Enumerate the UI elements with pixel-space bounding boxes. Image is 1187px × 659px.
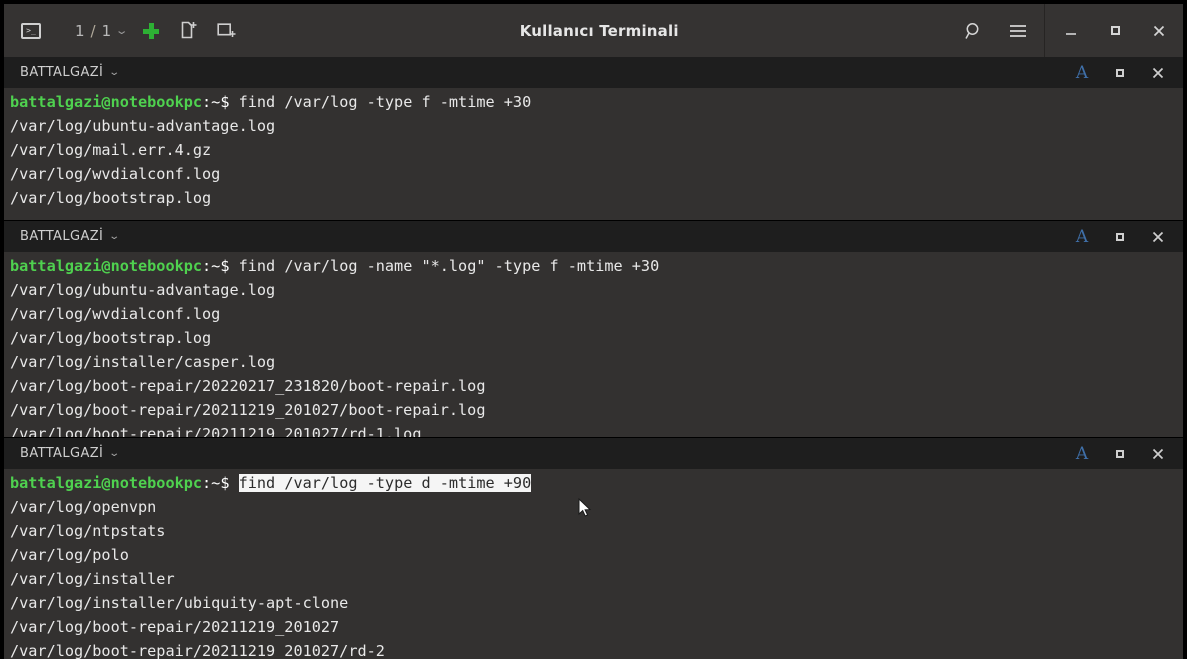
terminal-line: /var/log/ntpstats [10, 522, 166, 540]
pane-header-3: BATTALGAZİ ⌄ A [4, 438, 1183, 469]
terminal-line: /var/log/wvdialconf.log [10, 165, 221, 183]
font-settings-button-3[interactable]: A [1063, 438, 1101, 469]
terminal-line: battalgazi@notebookpc:~$ find /var/log -… [10, 254, 1183, 278]
pane-maximize-button-2[interactable] [1101, 221, 1139, 252]
terminal-line: /var/log/bootstrap.log [10, 189, 212, 207]
maximize-icon [1116, 68, 1124, 77]
terminal-glyph: >_ [21, 22, 41, 39]
terminal-output-1[interactable]: battalgazi@notebookpc:~$ find /var/log -… [4, 88, 1183, 220]
terminal-line: /var/log/boot-repair/20211219_201027/boo… [10, 401, 486, 419]
terminal-line: /var/log/ubuntu-advantage.log [10, 117, 276, 135]
tab-counter[interactable]: 1 / 1 ⌄ [65, 4, 132, 57]
terminal-line: /var/log/wvdialconf.log [10, 305, 221, 323]
prompt-user-3: battalgazi@notebookpc [10, 474, 203, 492]
chevron-down-icon[interactable]: ⌄ [109, 67, 121, 78]
command-2: find /var/log -name "*.log" -type f -mti… [229, 257, 660, 275]
maximize-icon [1110, 26, 1120, 35]
page-title: Kullanıcı Terminali [519, 21, 679, 40]
terminal-output-3[interactable]: battalgazi@notebookpc:~$ find /var/log -… [4, 469, 1183, 659]
terminal-line: /var/log/polo [10, 546, 129, 564]
maximize-button[interactable] [1093, 4, 1137, 57]
pane-maximize-button-1[interactable] [1101, 57, 1139, 88]
terminal-line: /var/log/boot-repair/20211219_201027/rd-… [10, 642, 385, 659]
terminal-line: battalgazi@notebookpc:~$ find /var/log -… [10, 90, 1183, 114]
pane-close-button-1[interactable] [1139, 57, 1177, 88]
terminal-line: /var/log/boot-repair/20211219_201027/rd-… [10, 425, 422, 437]
font-settings-button-2[interactable]: A [1063, 221, 1101, 252]
terminal-line: /var/log/mail.err.4.gz [10, 141, 212, 159]
pane-container: BATTALGAZİ ⌄ A battalgazi@notebookpc:~$ … [4, 57, 1183, 659]
terminal-pane-1: BATTALGAZİ ⌄ A battalgazi@notebookpc:~$ … [4, 57, 1183, 220]
terminal-line: /var/log/ubuntu-advantage.log [10, 281, 276, 299]
terminal-icon[interactable]: >_ [12, 12, 50, 50]
minimize-button[interactable] [1049, 4, 1093, 57]
close-icon [1153, 25, 1165, 36]
tab-counter-total: 1 [101, 21, 112, 40]
chevron-down-icon[interactable]: ⌄ [109, 448, 121, 459]
add-tab-button[interactable] [132, 12, 170, 50]
terminal-line: /var/log/boot-repair/20220217_231820/boo… [10, 377, 486, 395]
new-tab-button[interactable] [170, 12, 208, 50]
search-icon [965, 22, 979, 39]
pane-close-button-3[interactable] [1139, 438, 1177, 469]
pane-title-1: BATTALGAZİ [20, 65, 104, 80]
prompt-path-1: :~$ [202, 93, 230, 111]
terminal-line: battalgazi@notebookpc:~$ find /var/log -… [10, 471, 1183, 495]
font-settings-button-1[interactable]: A [1063, 57, 1101, 88]
tab-counter-separator: / [90, 21, 96, 40]
prompt-path-2: :~$ [202, 257, 230, 275]
plus-icon [143, 22, 160, 39]
terminal-output-2[interactable]: battalgazi@notebookpc:~$ find /var/log -… [4, 252, 1183, 437]
pane-title-3: BATTALGAZİ [20, 446, 104, 461]
terminal-line: /var/log/bootstrap.log [10, 329, 212, 347]
title-bar: >_ 1 / 1 ⌄ Kullanıcı Terminali [4, 4, 1183, 57]
pane-header-1: BATTALGAZİ ⌄ A [4, 57, 1183, 88]
close-icon [1152, 448, 1164, 459]
new-tab-icon [181, 21, 197, 39]
terminal-line: /var/log/boot-repair/20211219_201027 [10, 618, 340, 636]
new-window-icon [217, 23, 236, 37]
terminal-line: /var/log/installer/casper.log [10, 353, 276, 371]
terminal-window: >_ 1 / 1 ⌄ Kullanıcı Terminali BATTALGAZ… [0, 0, 1187, 659]
terminal-line: /var/log/installer/ubiquity-apt-clone [10, 594, 349, 612]
prompt-user-1: battalgazi@notebookpc [10, 93, 203, 111]
menu-button[interactable] [996, 4, 1040, 57]
new-window-button[interactable] [208, 12, 246, 50]
search-button[interactable] [952, 4, 996, 57]
maximize-icon [1116, 449, 1124, 458]
minimize-icon [1066, 32, 1076, 35]
chevron-down-icon: ⌄ [114, 24, 129, 37]
terminal-pane-3: BATTALGAZİ ⌄ A battalgazi@notebookpc:~$ … [4, 437, 1183, 659]
pane-header-2: BATTALGAZİ ⌄ A [4, 221, 1183, 252]
close-icon [1152, 231, 1164, 242]
chevron-down-icon[interactable]: ⌄ [109, 231, 121, 242]
close-button[interactable] [1137, 4, 1181, 57]
tab-counter-current: 1 [75, 21, 85, 40]
pane-maximize-button-3[interactable] [1101, 438, 1139, 469]
hamburger-menu-icon [1010, 24, 1026, 37]
selected-command-3: find /var/log -type d -mtime +90 [238, 474, 532, 492]
command-1: find /var/log -type f -mtime +30 [229, 93, 532, 111]
terminal-line: /var/log/installer [10, 570, 175, 588]
toolbar-left: >_ 1 / 1 ⌄ [4, 4, 246, 57]
toolbar-right [952, 4, 1183, 57]
prompt-user-2: battalgazi@notebookpc [10, 257, 203, 275]
terminal-pane-2: BATTALGAZİ ⌄ A battalgazi@notebookpc:~$ … [4, 220, 1183, 437]
maximize-icon [1116, 232, 1124, 241]
close-icon [1152, 67, 1164, 78]
controls-divider [1044, 4, 1045, 57]
pane-title-2: BATTALGAZİ [20, 229, 104, 244]
terminal-line: /var/log/openvpn [10, 498, 157, 516]
prompt-path-3: :~$ [202, 474, 230, 492]
pane-close-button-2[interactable] [1139, 221, 1177, 252]
